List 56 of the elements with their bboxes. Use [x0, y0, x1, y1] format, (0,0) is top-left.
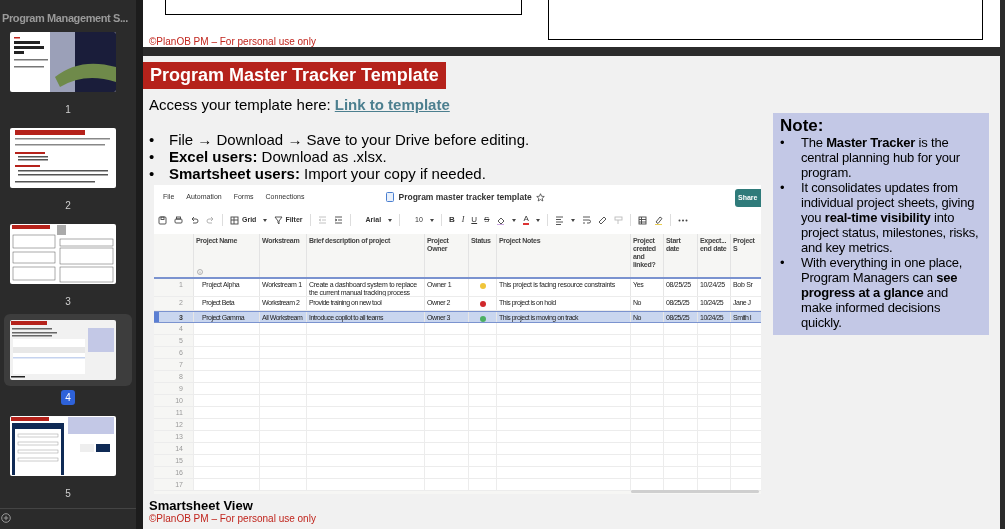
highlight-icon[interactable] — [653, 215, 663, 225]
eraser-icon[interactable] — [597, 215, 607, 225]
slide-number: 4 — [61, 389, 75, 405]
scrollbar[interactable] — [631, 490, 759, 493]
note-text: It consolidates updates from individual project sheets, giving you real-time visibility into project status, milestones, risks, and key metrics. — [801, 180, 980, 255]
bullet: • — [149, 148, 156, 165]
wrap-icon[interactable] — [581, 215, 591, 225]
note-title: Note: — [780, 116, 825, 135]
slide-number: 1 — [65, 102, 71, 117]
note-text: The Master Tracker is the central planning hub for your program. — [801, 135, 961, 180]
app-title: Program Management S... — [2, 12, 128, 24]
strikethrough-button[interactable]: S — [484, 214, 490, 226]
add-icon[interactable] — [1, 513, 11, 523]
italic-button[interactable]: I — [461, 214, 465, 226]
undo-icon[interactable] — [190, 215, 199, 225]
bullet-text: Excel users: Download as .xlsx. — [169, 148, 387, 165]
table-icon[interactable] — [637, 215, 647, 225]
align-icon[interactable] — [554, 215, 564, 225]
caret-icon[interactable] — [512, 218, 517, 222]
print-icon[interactable] — [174, 215, 183, 225]
selection-marker — [154, 312, 159, 322]
slide-number: 2 — [65, 198, 71, 213]
access-text: Access your template here: — [149, 96, 331, 114]
caret-icon[interactable] — [535, 218, 540, 222]
bullet: • — [780, 180, 786, 197]
bold-button[interactable]: B — [448, 214, 455, 226]
star-icon[interactable] — [535, 192, 545, 202]
indent-icon[interactable] — [333, 215, 343, 225]
caption: Smartsheet View — [149, 498, 254, 513]
copyright-text: ©PlanOB PM – For personal use only — [149, 513, 317, 525]
fill-color-icon[interactable] — [496, 215, 506, 225]
caret-icon[interactable] — [570, 218, 575, 222]
slide-thumbnail[interactable] — [4, 314, 132, 386]
text-color-button[interactable]: A — [523, 215, 529, 225]
bullet: • — [149, 131, 156, 148]
slide-number: 5 — [65, 486, 71, 501]
underline-button[interactable]: U — [471, 214, 478, 226]
caret-icon[interactable] — [263, 218, 268, 222]
slide-title: Program Master Tracker Template — [143, 62, 446, 89]
copyright-text: ©PlanOB PM – For personal use only — [149, 35, 316, 47]
bullet: • — [149, 165, 156, 182]
bullet-text: File → Download → Save to your Drive before editing. — [169, 131, 530, 148]
bullet-text: Smartsheet users: Import your copy if needed. — [169, 165, 486, 182]
note-text: With everything in one place, Program Managers can see progress at a glance and make informed decisions quickly. — [801, 255, 964, 330]
bullet: • — [780, 135, 786, 152]
save-icon[interactable] — [158, 215, 167, 225]
document-icon — [386, 192, 395, 202]
filter-icon[interactable] — [274, 215, 284, 225]
bullet: • — [780, 255, 786, 272]
template-link[interactable]: Link to template — [334, 96, 450, 114]
slide-number: 3 — [65, 294, 71, 309]
caret-icon[interactable] — [429, 218, 434, 222]
sheet-title: Program master tracker template — [398, 190, 532, 204]
more-icon[interactable] — [677, 218, 688, 222]
grid-icon[interactable] — [230, 215, 239, 225]
caret-icon[interactable] — [388, 218, 393, 222]
